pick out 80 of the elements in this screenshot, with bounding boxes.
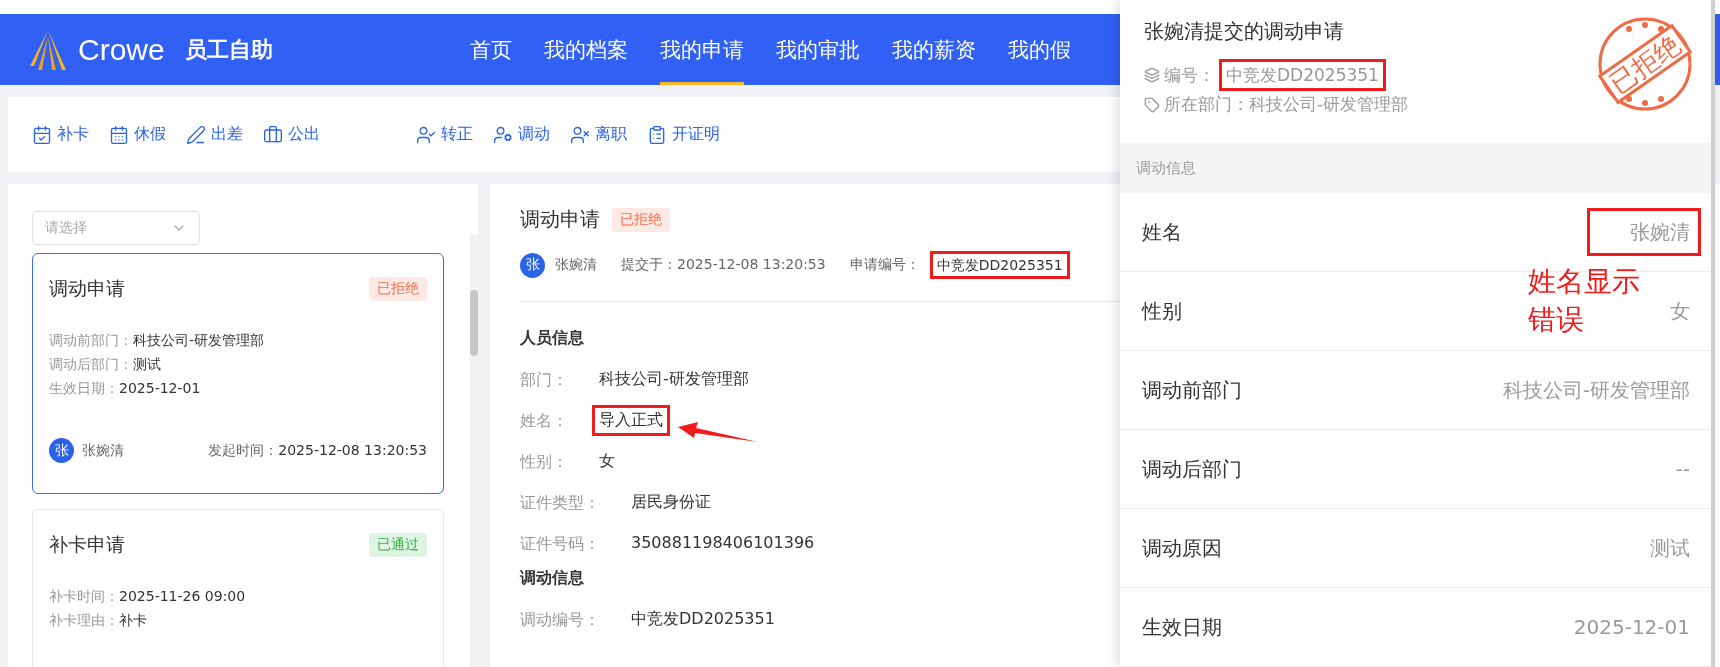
field-label: 证件类型：: [520, 492, 601, 515]
calendar-icon: [109, 124, 129, 145]
field-value: 张婉清: [1587, 208, 1701, 256]
toolbar-button[interactable]: 离职: [570, 124, 627, 145]
nav-tab[interactable]: 我的薪资: [892, 14, 976, 85]
card-field: 补卡时间：2025-11-26 09:00: [49, 584, 427, 608]
applicant-name: 张婉清: [82, 441, 124, 460]
briefcase-icon: [263, 124, 283, 145]
toolbar-button[interactable]: 公出: [263, 124, 320, 145]
toolbar-button[interactable]: 休假: [109, 124, 166, 145]
status-badge: 已拒绝: [369, 277, 427, 301]
field-value: 2025-12-01: [1572, 614, 1691, 641]
field-label: 姓名：: [520, 410, 569, 433]
field-value: 测试: [1649, 535, 1691, 562]
nav-tab[interactable]: 首页: [470, 14, 512, 85]
field-label: 性别：: [520, 451, 569, 474]
drawer-title: 张婉清提交的调动申请: [1144, 18, 1345, 45]
section-heading: 调动信息: [1120, 143, 1711, 193]
field-label: 证件号码：: [520, 533, 601, 556]
toolbar-button[interactable]: 出差: [186, 124, 243, 145]
detail-title: 调动申请: [520, 206, 600, 233]
clipboard-icon: [647, 124, 667, 145]
card-title: 调动申请: [49, 276, 125, 301]
submit-time: 提交于：2025-12-08 13:20:53: [621, 256, 826, 275]
toolbar-button[interactable]: 开证明: [647, 124, 720, 145]
layers-icon: [1144, 67, 1160, 84]
request-number: 中竞发DD2025351: [929, 251, 1070, 280]
field-value: 女: [598, 450, 616, 473]
section-heading: 调动信息: [520, 568, 585, 590]
request-card[interactable]: 调动申请 已拒绝 调动前部门：科技公司-研发管理部 调动后部门：测试 生效日期：2025-12-01 张 张婉清 发起时间：2025-12-08 13:20:53: [32, 253, 444, 494]
field-label: 性别: [1142, 297, 1182, 325]
field-value: 350881198406101396: [630, 532, 816, 555]
section-heading: 人员信息: [520, 328, 585, 350]
field-value: 导入正式: [592, 405, 670, 437]
applicant-name: 张婉清: [555, 256, 597, 275]
card-field: 补卡理由：补卡: [49, 608, 427, 632]
field-label: 调动前部门: [1142, 376, 1242, 404]
field-label: 姓名: [1142, 218, 1182, 246]
avatar: 张: [49, 438, 74, 463]
toolbar-button[interactable]: 转正: [416, 124, 473, 145]
field-value: --: [1674, 456, 1691, 483]
tag-icon: [1144, 96, 1160, 113]
request-number: 中竞发DD2025351: [1219, 59, 1386, 92]
scrollbar[interactable]: [470, 234, 478, 667]
avatar: 张: [520, 252, 545, 278]
field-value: 科技公司-研发管理部: [598, 368, 750, 391]
annotation-note: 姓名显示错误: [1528, 264, 1641, 338]
field-value: 居民身份证: [630, 491, 712, 514]
field-value: 中竞发DD2025351: [630, 608, 776, 631]
user-check-icon: [416, 124, 436, 145]
calendar-check-icon: [32, 124, 52, 145]
field-value: 科技公司-研发管理部: [1501, 377, 1691, 404]
card-field: 调动前部门：科技公司-研发管理部: [49, 328, 427, 352]
number-label: 编号：: [1164, 63, 1215, 87]
card-title: 补卡申请: [49, 532, 125, 557]
number-label: 申请编号：: [849, 256, 920, 275]
field-value: 女: [1669, 298, 1691, 325]
toolbar-button[interactable]: 补卡: [32, 124, 89, 145]
nav-tab[interactable]: 我的假: [1008, 14, 1071, 85]
user-gear-icon: [493, 124, 513, 145]
status-badge: 已拒绝: [612, 207, 670, 232]
nav-tab[interactable]: 我的审批: [776, 14, 860, 85]
toolbar-button[interactable]: 调动: [493, 124, 550, 145]
pen-icon: [186, 124, 206, 145]
department: 所在部门：科技公司-研发管理部: [1164, 93, 1409, 117]
field-label: 部门：: [520, 369, 569, 392]
nav-tab[interactable]: 我的档案: [544, 14, 628, 85]
submit-time: 发起时间：2025-12-08 13:20:53: [208, 441, 427, 460]
app-title: 员工自助: [184, 35, 273, 64]
status-badge: 已通过: [369, 533, 427, 557]
field-label: 调动后部门: [1142, 455, 1242, 483]
user-x-icon: [570, 124, 590, 145]
request-card[interactable]: 补卡申请 已通过 补卡时间：2025-11-26 09:00 补卡理由：补卡: [32, 509, 444, 667]
nav-tab[interactable]: 我的申请: [660, 14, 744, 85]
logo-text: Crowe: [78, 32, 165, 67]
field-label: 生效日期: [1142, 613, 1222, 641]
card-field: 生效日期：2025-12-01: [49, 376, 427, 400]
card-field: 调动后部门：测试: [49, 352, 427, 376]
field-label: 调动编号：: [520, 609, 601, 632]
field-label: 调动原因: [1142, 534, 1222, 562]
